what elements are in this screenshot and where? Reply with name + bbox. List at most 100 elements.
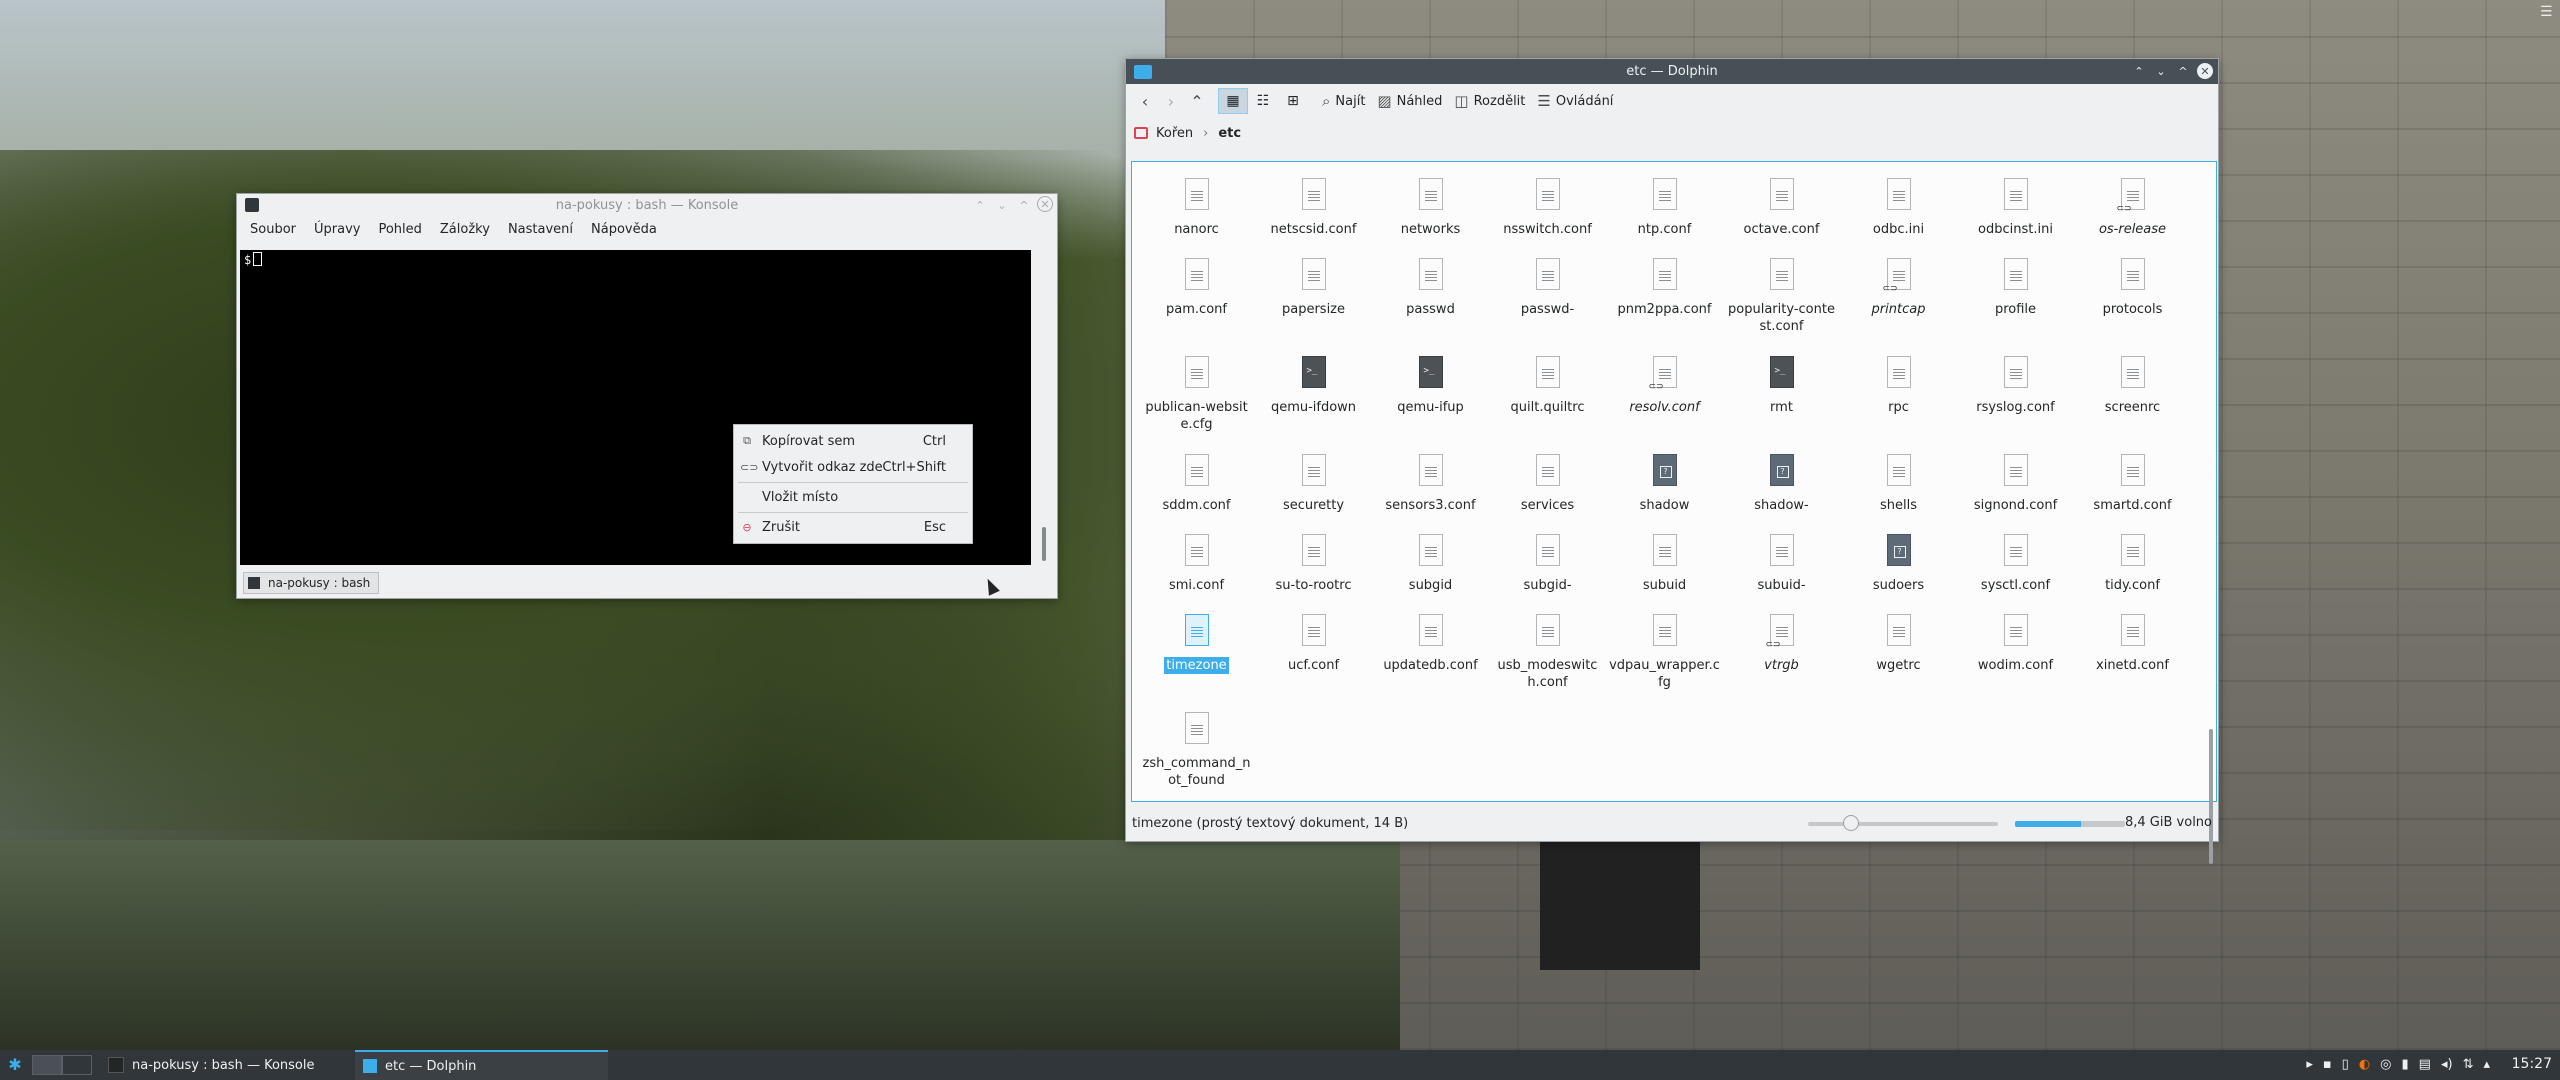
virtual-desktop-pager[interactable] xyxy=(32,1055,92,1075)
file-item[interactable]: popularity-contest.conf xyxy=(1723,258,1840,356)
menu-upravy[interactable]: Úpravy xyxy=(305,222,369,237)
task-dolphin[interactable]: etc — Dolphin xyxy=(355,1050,608,1080)
file-item[interactable]: securetty xyxy=(1255,454,1372,534)
file-item[interactable]: netscsid.conf xyxy=(1255,178,1372,258)
maximize-icon[interactable]: ^ xyxy=(1015,196,1033,214)
file-item[interactable]: nsswitch.conf xyxy=(1489,178,1606,258)
konsole-app-icon[interactable] xyxy=(245,198,259,212)
file-item[interactable]: rmt xyxy=(1723,356,1840,454)
close-icon[interactable]: ✕ xyxy=(1037,196,1053,212)
pager-desktop-1[interactable] xyxy=(32,1055,62,1075)
konsole-tray-icon[interactable]: ▸ xyxy=(2306,1057,2313,1072)
file-item[interactable]: services xyxy=(1489,454,1606,534)
compact-view-button[interactable]: ☷ xyxy=(1248,88,1278,114)
details-view-button[interactable]: ⊞ xyxy=(1278,88,1308,114)
file-item[interactable]: nanorc xyxy=(1138,178,1255,258)
file-item[interactable]: smartd.conf xyxy=(2074,454,2191,534)
terminal-scrollbar[interactable] xyxy=(1038,250,1050,565)
file-item[interactable]: odbcinst.ini xyxy=(1957,178,2074,258)
file-item[interactable]: ⊂⊃ resolv.conf xyxy=(1606,356,1723,454)
volume-icon[interactable]: ◂) xyxy=(2441,1057,2453,1072)
file-item[interactable]: octave.conf xyxy=(1723,178,1840,258)
file-item[interactable]: xinetd.conf xyxy=(2074,614,2191,712)
file-item[interactable]: sensors3.conf xyxy=(1372,454,1489,534)
task-konsole[interactable]: na-pokusy : bash — Konsole xyxy=(100,1050,355,1080)
file-view-scrollbar-thumb[interactable] xyxy=(2209,729,2213,864)
dolphin-titlebar[interactable]: etc — Dolphin ⌃ ⌄ ^ ✕ xyxy=(1126,59,2218,84)
file-item[interactable]: vdpau_wrapper.cfg xyxy=(1606,614,1723,712)
file-item[interactable]: subgid xyxy=(1372,534,1489,614)
file-item[interactable]: pnm2ppa.conf xyxy=(1606,258,1723,356)
minimize-icon[interactable]: ⌄ xyxy=(2152,62,2170,80)
updates-icon[interactable]: ◎ xyxy=(2380,1057,2391,1072)
file-item[interactable]: sddm.conf xyxy=(1138,454,1255,534)
file-item[interactable]: ntp.conf xyxy=(1606,178,1723,258)
file-item[interactable]: usb_modeswitch.conf xyxy=(1489,614,1606,712)
file-item[interactable]: profile xyxy=(1957,258,2074,356)
tray-expand-icon[interactable]: ▴ xyxy=(2483,1057,2490,1072)
clipboard-icon[interactable]: ▯ xyxy=(2342,1057,2349,1072)
file-view[interactable]: nanorc netscsid.conf networks nsswitch.conf… xyxy=(1131,161,2217,802)
clock[interactable]: 15:27 xyxy=(2512,1056,2552,1072)
file-item[interactable]: shells xyxy=(1840,454,1957,534)
menu-item-link-here[interactable]: ⊂⊃ Vytvořit odkaz zde Ctrl+Shift xyxy=(734,455,972,479)
control-menu-button[interactable]: ☰ Ovládání xyxy=(1531,88,1619,114)
file-item[interactable]: subuid xyxy=(1606,534,1723,614)
network-icon[interactable]: ⇅ xyxy=(2463,1057,2474,1072)
file-item[interactable]: protocols xyxy=(2074,258,2191,356)
file-item[interactable]: qemu-ifdown xyxy=(1255,356,1372,454)
breadcrumb-root[interactable]: Kořen xyxy=(1156,126,1193,141)
preview-button[interactable]: ▨ Náhled xyxy=(1371,88,1448,114)
icons-view-button[interactable]: ▦ xyxy=(1218,88,1248,114)
konsole-tab[interactable]: na-pokusy : bash xyxy=(243,572,380,594)
terminal-scrollbar-thumb[interactable] xyxy=(1042,527,1046,561)
zoom-slider[interactable] xyxy=(1808,815,1998,831)
storage-icon[interactable]: ▤ xyxy=(2419,1057,2431,1072)
file-item[interactable]: rsyslog.conf xyxy=(1957,356,2074,454)
file-item[interactable]: passwd- xyxy=(1489,258,1606,356)
file-item[interactable]: subuid- xyxy=(1723,534,1840,614)
file-item[interactable]: screenrc xyxy=(2074,356,2191,454)
file-view-scrollbar[interactable] xyxy=(2208,167,2214,864)
menu-zalozky[interactable]: Záložky xyxy=(431,222,499,237)
forward-button[interactable]: › xyxy=(1158,88,1184,114)
file-item[interactable]: pam.conf xyxy=(1138,258,1255,356)
file-item[interactable]: publican-website.cfg xyxy=(1138,356,1255,454)
desktop-toolbox-icon[interactable]: ☰ xyxy=(2540,5,2554,19)
file-item[interactable]: ⊂⊃ os-release xyxy=(2074,178,2191,258)
keep-above-icon[interactable]: ⌃ xyxy=(2130,62,2148,80)
find-button[interactable]: ⌕ Najít xyxy=(1316,88,1371,114)
menu-item-cancel[interactable]: ⊖ Zrušit Esc xyxy=(734,515,972,539)
menu-soubor[interactable]: Soubor xyxy=(241,222,305,237)
close-icon[interactable]: ✕ xyxy=(2197,63,2213,79)
file-item[interactable]: passwd xyxy=(1372,258,1489,356)
konsole-titlebar[interactable]: na-pokusy : bash — Konsole ⌃ ⌄ ^ ✕ xyxy=(237,194,1057,216)
up-button[interactable]: ⌃ xyxy=(1184,88,1210,114)
file-item[interactable]: sysctl.conf xyxy=(1957,534,2074,614)
file-item[interactable]: ⊂⊃ vtrgb xyxy=(1723,614,1840,712)
file-item[interactable]: shadow xyxy=(1606,454,1723,534)
menu-item-copy-here[interactable]: ⧉ Kopírovat sem Ctrl xyxy=(734,429,972,453)
file-item[interactable]: qemu-ifup xyxy=(1372,356,1489,454)
battery-icon[interactable]: ▮ xyxy=(2402,1057,2409,1072)
file-item[interactable]: signond.conf xyxy=(1957,454,2074,534)
minimize-icon[interactable]: ⌄ xyxy=(993,196,1011,214)
pager-desktop-2[interactable] xyxy=(62,1055,92,1075)
file-item[interactable]: sudoers xyxy=(1840,534,1957,614)
file-item[interactable]: odbc.ini xyxy=(1840,178,1957,258)
file-item[interactable]: wgetrc xyxy=(1840,614,1957,712)
file-item[interactable]: ucf.conf xyxy=(1255,614,1372,712)
camera-tray-icon[interactable]: ▪ xyxy=(2323,1057,2332,1072)
file-item[interactable]: quilt.quiltrc xyxy=(1489,356,1606,454)
file-item[interactable]: rpc xyxy=(1840,356,1957,454)
file-item[interactable]: papersize xyxy=(1255,258,1372,356)
file-item[interactable]: wodim.conf xyxy=(1957,614,2074,712)
menu-pohled[interactable]: Pohled xyxy=(369,222,430,237)
file-item[interactable]: timezone xyxy=(1138,614,1255,712)
file-item[interactable]: tidy.conf xyxy=(2074,534,2191,614)
split-button[interactable]: ◫ Rozdělit xyxy=(1448,88,1531,114)
file-item[interactable]: smi.conf xyxy=(1138,534,1255,614)
file-item[interactable]: ⊂⊃ printcap xyxy=(1840,258,1957,356)
file-item[interactable]: subgid- xyxy=(1489,534,1606,614)
folder-app-icon[interactable] xyxy=(1134,64,1152,79)
